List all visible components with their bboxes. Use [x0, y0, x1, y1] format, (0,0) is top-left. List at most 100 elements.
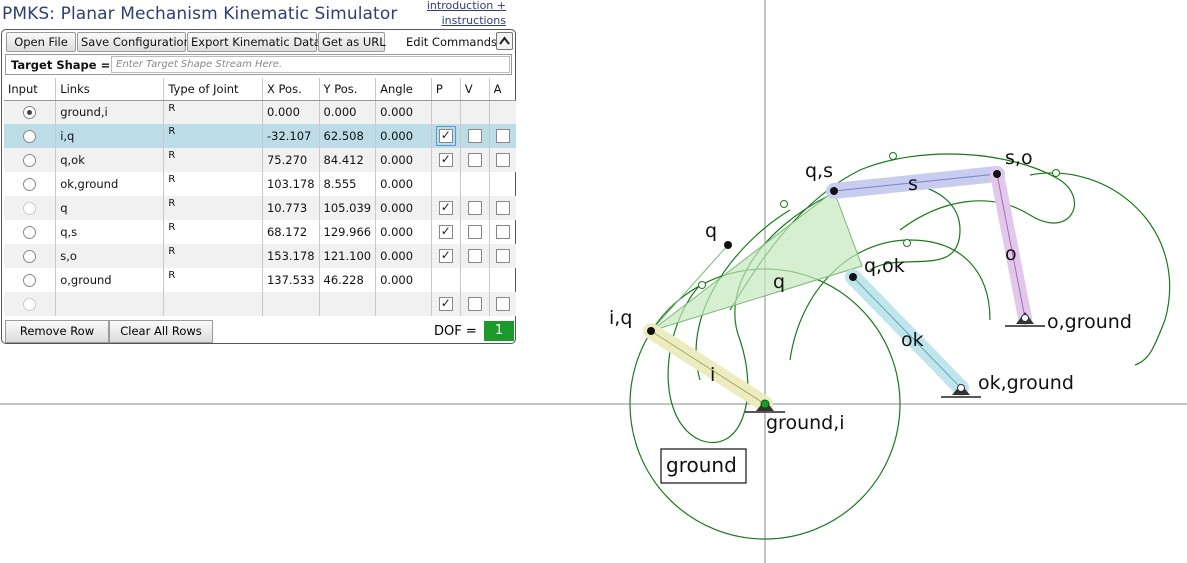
edit-commands-label[interactable]: Edit Commands: [406, 35, 497, 49]
get-as-url-button[interactable]: Get as URL: [318, 32, 386, 52]
joint-s-o[interactable]: [993, 170, 1001, 178]
x-pos-cell[interactable]: 68.172: [262, 220, 320, 244]
angle-cell[interactable]: [375, 292, 432, 316]
a-checkbox[interactable]: [495, 201, 510, 215]
a-cell[interactable]: [489, 196, 516, 220]
y-pos-cell[interactable]: [319, 292, 377, 316]
v-checkbox[interactable]: [467, 129, 482, 143]
x-pos-cell[interactable]: 137.533: [262, 268, 320, 292]
input-radio-cell[interactable]: [4, 100, 57, 124]
p-checkbox[interactable]: ✓: [438, 297, 453, 311]
input-radio[interactable]: [23, 225, 37, 239]
joint-o-ground[interactable]: [1021, 314, 1029, 322]
table-row[interactable]: s,o R 153.178 121.100 0.000 ✓: [4, 244, 516, 268]
table-row[interactable]: ground,i R 0.000 0.000 0.000: [4, 100, 516, 124]
input-radio-cell[interactable]: [4, 148, 57, 172]
v-cell[interactable]: [460, 244, 490, 268]
p-checkbox[interactable]: ✓: [438, 201, 453, 215]
a-checkbox[interactable]: [495, 153, 510, 167]
a-cell[interactable]: [489, 292, 516, 316]
input-radio[interactable]: [23, 153, 37, 167]
y-pos-cell[interactable]: 105.039: [319, 196, 377, 220]
angle-cell[interactable]: 0.000: [375, 124, 432, 148]
joint-type-cell[interactable]: R: [163, 220, 263, 244]
x-pos-cell[interactable]: 10.773: [262, 196, 320, 220]
v-checkbox[interactable]: [467, 201, 482, 215]
v-checkbox[interactable]: [467, 249, 482, 263]
p-cell[interactable]: ✓: [431, 292, 461, 316]
input-radio[interactable]: [23, 249, 37, 263]
y-pos-cell[interactable]: 129.966: [319, 220, 377, 244]
joint-q-ok[interactable]: [849, 273, 857, 281]
p-checkbox[interactable]: ✓: [438, 225, 453, 239]
angle-cell[interactable]: 0.000: [375, 268, 432, 292]
joint-type-cell[interactable]: R: [163, 196, 263, 220]
links-cell[interactable]: q,s: [55, 220, 165, 244]
input-radio[interactable]: [23, 129, 37, 143]
joint-type-cell[interactable]: R: [163, 148, 263, 172]
joint-type-cell[interactable]: R: [163, 244, 263, 268]
p-cell[interactable]: ✓: [431, 124, 461, 148]
input-radio[interactable]: [23, 273, 37, 287]
intro-link-line1[interactable]: introduction +: [420, 0, 506, 13]
a-cell[interactable]: [489, 220, 516, 244]
y-pos-cell[interactable]: 8.555: [319, 172, 377, 196]
angle-cell[interactable]: 0.000: [375, 100, 432, 124]
v-checkbox[interactable]: [467, 297, 482, 311]
angle-cell[interactable]: 0.000: [375, 172, 432, 196]
p-cell[interactable]: ✓: [431, 148, 461, 172]
links-cell[interactable]: [55, 292, 165, 316]
table-row[interactable]: i,q R -32.107 62.508 0.000 ✓: [4, 124, 516, 148]
joint-type-cell[interactable]: R: [163, 172, 263, 196]
input-radio-cell[interactable]: [4, 124, 57, 148]
p-checkbox[interactable]: ✓: [438, 249, 453, 263]
table-row[interactable]: q,ok R 75.270 84.412 0.000 ✓: [4, 148, 516, 172]
links-cell[interactable]: q: [55, 196, 165, 220]
y-pos-cell[interactable]: 84.412: [319, 148, 377, 172]
table-row[interactable]: q,s R 68.172 129.966 0.000 ✓: [4, 220, 516, 244]
v-checkbox[interactable]: [467, 225, 482, 239]
x-pos-cell[interactable]: 103.178: [262, 172, 320, 196]
y-pos-cell[interactable]: 62.508: [319, 124, 377, 148]
a-cell[interactable]: [489, 244, 516, 268]
joint-q[interactable]: [724, 241, 732, 249]
intro-link[interactable]: introduction + instructions: [420, 0, 506, 28]
v-checkbox[interactable]: [467, 153, 482, 167]
links-cell[interactable]: s,o: [55, 244, 165, 268]
table-row[interactable]: ✓: [4, 292, 516, 316]
links-cell[interactable]: i,q: [55, 124, 165, 148]
y-pos-cell[interactable]: 121.100: [319, 244, 377, 268]
y-pos-cell[interactable]: 0.000: [319, 100, 377, 124]
save-configuration-button[interactable]: Save Configuration: [77, 32, 191, 52]
input-radio-cell[interactable]: [4, 244, 57, 268]
v-cell[interactable]: [460, 292, 490, 316]
p-checkbox[interactable]: ✓: [438, 153, 453, 167]
input-radio-cell[interactable]: [4, 268, 57, 292]
angle-cell[interactable]: 0.000: [375, 196, 432, 220]
links-cell[interactable]: o,ground: [55, 268, 165, 292]
angle-cell[interactable]: 0.000: [375, 220, 432, 244]
input-radio[interactable]: [23, 105, 37, 119]
y-pos-cell[interactable]: 46.228: [319, 268, 377, 292]
joint-type-cell[interactable]: [163, 292, 263, 316]
x-pos-cell[interactable]: 0.000: [262, 100, 320, 124]
p-cell[interactable]: ✓: [431, 220, 461, 244]
x-pos-cell[interactable]: 153.178: [262, 244, 320, 268]
input-radio[interactable]: [23, 297, 37, 311]
angle-cell[interactable]: 0.000: [375, 244, 432, 268]
x-pos-cell[interactable]: -32.107: [262, 124, 320, 148]
link-q[interactable]: [650, 190, 863, 332]
a-cell[interactable]: [489, 148, 516, 172]
links-cell[interactable]: ground,i: [55, 100, 165, 124]
v-cell[interactable]: [460, 124, 490, 148]
joint-q-s[interactable]: [830, 187, 838, 195]
input-radio-cell[interactable]: [4, 196, 57, 220]
input-radio-cell[interactable]: [4, 292, 57, 316]
input-radio[interactable]: [23, 177, 37, 191]
v-cell[interactable]: [460, 148, 490, 172]
table-row[interactable]: o,ground R 137.533 46.228 0.000: [4, 268, 516, 292]
intro-link-line2[interactable]: instructions: [420, 13, 506, 28]
x-pos-cell[interactable]: [262, 292, 320, 316]
joint-i-q[interactable]: [647, 327, 655, 335]
links-cell[interactable]: ok,ground: [55, 172, 165, 196]
